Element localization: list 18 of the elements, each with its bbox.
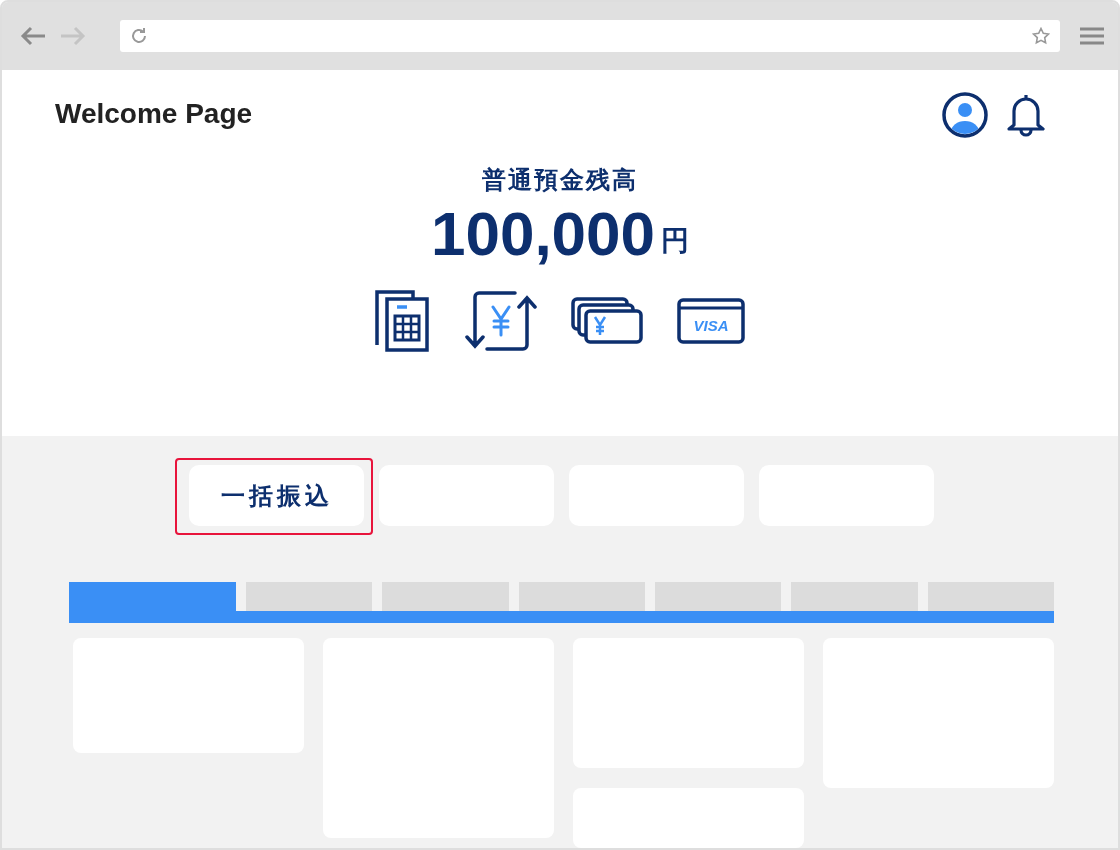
tab[interactable] xyxy=(246,582,373,611)
currency-unit: 円 xyxy=(661,224,690,259)
star-icon[interactable] xyxy=(1032,27,1050,45)
quick-action-button[interactable]: 一括振込 xyxy=(189,465,364,526)
tab[interactable] xyxy=(791,582,918,611)
tab[interactable] xyxy=(69,582,236,611)
bell-icon[interactable] xyxy=(1006,92,1046,138)
page-title: Welcome Page xyxy=(55,98,253,130)
back-arrow-icon[interactable] xyxy=(20,26,46,46)
tab[interactable] xyxy=(655,582,782,611)
tab[interactable] xyxy=(518,582,645,611)
balance-label: 普通預金残高 xyxy=(482,165,638,195)
reload-icon[interactable] xyxy=(130,27,148,45)
user-avatar-icon[interactable] xyxy=(942,92,988,138)
tab[interactable] xyxy=(927,582,1054,611)
menu-icon[interactable] xyxy=(1080,27,1104,45)
balance-amount: 100,000 xyxy=(430,200,656,269)
tab[interactable] xyxy=(382,582,509,611)
